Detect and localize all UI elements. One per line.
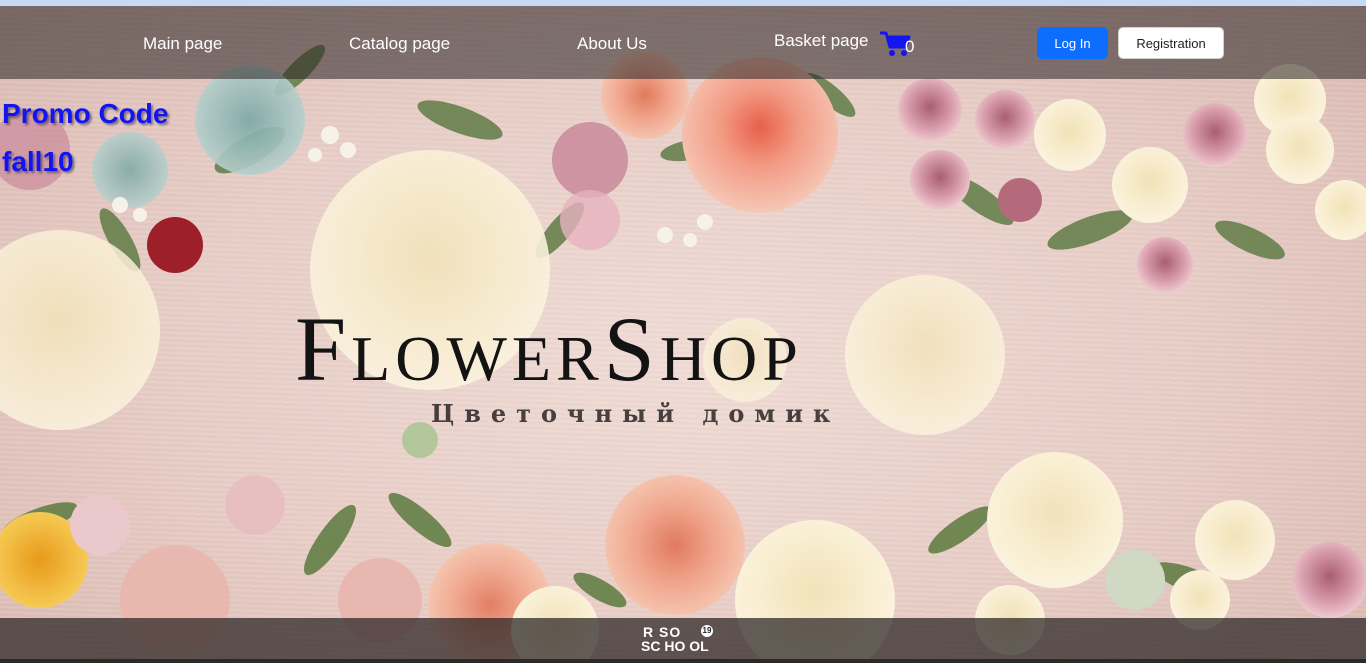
rs-school-logo[interactable]: R SO SC HO OL 19 [641, 624, 725, 656]
nav-main-page[interactable]: Main page [143, 34, 222, 54]
nav-about-us[interactable]: About Us [577, 34, 647, 54]
promo-code: Promo Code fall10 [2, 90, 168, 186]
login-button[interactable]: Log In [1037, 27, 1108, 59]
logo-title: FlowerShop [295, 298, 803, 400]
flowershop-logo: FlowerShop Цветочный домик [295, 303, 1075, 433]
logo-subtitle: Цветочный домик [431, 399, 841, 428]
nav-basket-page[interactable]: Basket page [774, 31, 869, 51]
registration-button[interactable]: Registration [1118, 27, 1224, 59]
promo-value: fall10 [2, 146, 74, 177]
rs-school-line2: SC HO OL [641, 638, 709, 654]
footer-bottom-bar [0, 659, 1366, 663]
nav-catalog-page[interactable]: Catalog page [349, 34, 450, 54]
rs-school-badge: 19 [701, 625, 713, 637]
promo-label: Promo Code [2, 98, 169, 129]
navbar: Main page Catalog page About Us Basket p… [0, 6, 1366, 79]
cart-count: 0 [905, 37, 915, 56]
